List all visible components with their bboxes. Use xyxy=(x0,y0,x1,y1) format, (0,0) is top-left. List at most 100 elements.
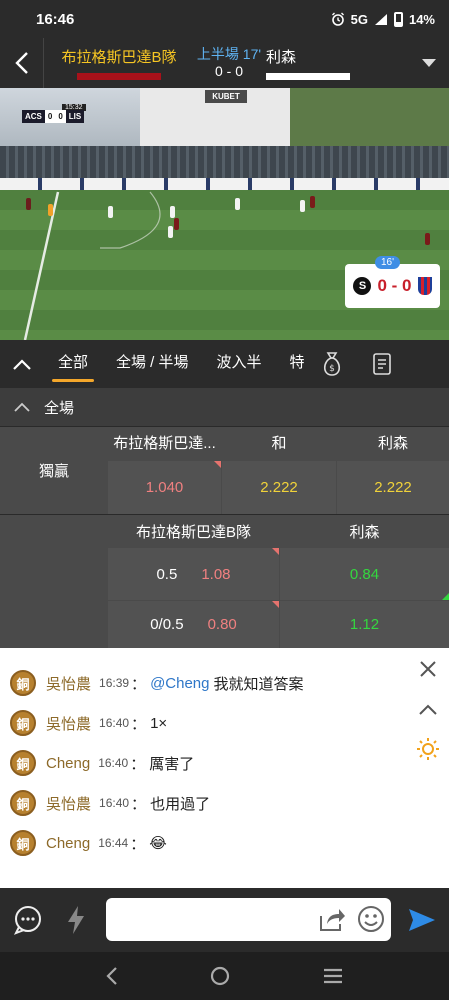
chat-message: 銅 吳怡農 16:40 ： 也用過了 xyxy=(10,789,210,817)
moneyline-odd-draw[interactable]: 2.222 xyxy=(222,461,336,514)
player xyxy=(425,233,430,245)
collapse-tabs-button[interactable] xyxy=(0,358,44,370)
chat-input-bar xyxy=(0,888,449,952)
brightness-button[interactable] xyxy=(414,735,442,763)
sponsor-logo: KUBET xyxy=(205,90,247,103)
chat-separator: ： xyxy=(131,715,147,733)
handicap-row-home[interactable]: 0.5 1.08 xyxy=(108,548,279,600)
player xyxy=(170,206,175,218)
chat-timestamp: 16:39 xyxy=(99,676,130,690)
chat-text: 我就知道答案 xyxy=(213,675,304,693)
handicap-row-home[interactable]: 0/0.5 0.80 xyxy=(108,601,279,648)
alarm-icon xyxy=(331,12,344,26)
player xyxy=(310,196,315,208)
market-tabs: 全部 全場 / 半場 波入半 特 $ xyxy=(0,340,449,388)
send-button[interactable] xyxy=(402,900,442,940)
signal-icon xyxy=(374,13,387,25)
tab-goals[interactable]: 波入半 xyxy=(203,340,276,388)
chevron-left-icon xyxy=(14,52,28,74)
player xyxy=(48,204,53,216)
moneyline-odd-home[interactable]: 1.040 xyxy=(108,461,221,514)
chevron-up-icon xyxy=(14,402,30,412)
section-full-match[interactable]: 全場 xyxy=(0,388,449,426)
chevron-up-icon xyxy=(13,358,31,370)
chat-username[interactable]: Cheng xyxy=(46,835,90,852)
chat-message: 銅 吳怡農 16:39 ： @Cheng 我就知道答案 xyxy=(10,669,304,697)
bet-slip-button[interactable] xyxy=(367,340,397,388)
quick-reply-button[interactable] xyxy=(56,900,96,940)
section-title: 全場 xyxy=(44,399,75,417)
chat-separator: ： xyxy=(130,835,146,853)
chat-username[interactable]: 吳怡農 xyxy=(46,713,91,734)
chevron-up-icon xyxy=(419,704,437,715)
home-team-name: 布拉格斯巴達B隊 xyxy=(61,49,177,66)
match-dropdown-button[interactable] xyxy=(409,38,449,88)
chat-mention[interactable]: @Cheng xyxy=(150,675,209,692)
away-team-color-bar xyxy=(266,73,350,80)
caret-down-icon xyxy=(422,59,436,67)
bet-slip-icon xyxy=(372,353,391,375)
status-time: 16:46 xyxy=(36,10,75,28)
battery-icon xyxy=(393,11,403,27)
moneyline-header-home: 布拉格斯巴達... xyxy=(108,427,221,457)
handicap-odd-away[interactable]: 1.12 xyxy=(280,601,449,648)
chat-separator: ： xyxy=(131,675,147,693)
bronze-badge: 銅 xyxy=(10,750,36,776)
broadcast-away-score: 0 xyxy=(58,112,63,121)
status-bar: 16:46 5G 14% xyxy=(0,0,449,38)
home-nav-icon[interactable] xyxy=(209,965,231,987)
handicap-header-away: 利森 xyxy=(280,515,449,547)
message-input[interactable] xyxy=(106,898,391,941)
chat-timestamp: 16:40 xyxy=(99,796,130,810)
home-team-logo: S xyxy=(353,277,372,295)
chat-text: 1× xyxy=(150,714,168,732)
score-widget-minute: 16' xyxy=(375,256,401,269)
money-bag-icon: $ xyxy=(323,352,340,376)
score-widget-score: 0 - 0 xyxy=(377,276,412,295)
lightning-icon xyxy=(68,906,84,934)
system-nav-bar xyxy=(0,952,449,1000)
handicap-odd-away[interactable]: 0.84 xyxy=(280,548,449,600)
chat-timestamp: 16:40 xyxy=(99,716,130,730)
svg-text:$: $ xyxy=(329,364,335,374)
chat-menu-button[interactable] xyxy=(8,900,48,940)
chat-username[interactable]: 吳怡農 xyxy=(46,673,91,694)
broadcast-home-score: 0 xyxy=(47,112,53,121)
match-score: 0 - 0 xyxy=(214,63,243,79)
live-video-player[interactable]: KUBET 15:32 ACS 0 0 LIS 16' S 0 - 0 xyxy=(0,88,449,340)
close-chat-button[interactable] xyxy=(414,655,442,683)
score-widget[interactable]: 16' S 0 - 0 xyxy=(345,256,440,308)
sun-icon xyxy=(417,738,439,760)
away-team-name: 利森 xyxy=(266,49,297,66)
moneyline-header-draw: 和 xyxy=(222,427,336,457)
back-nav-icon[interactable] xyxy=(105,966,119,986)
battery-level: 14% xyxy=(408,11,435,27)
moneyline-odd-away[interactable]: 2.222 xyxy=(337,461,449,514)
chat-separator: ： xyxy=(131,795,147,813)
home-team: 布拉格斯巴達B隊 xyxy=(44,46,194,80)
handicap-line: 0/0.5 xyxy=(150,616,184,633)
emoji-button[interactable] xyxy=(357,905,385,938)
chat-panel: 銅 吳怡農 16:39 ： @Cheng 我就知道答案 銅 吳怡農 16:40 … xyxy=(0,648,449,888)
chat-username[interactable]: 吳怡農 xyxy=(46,793,91,814)
collapse-section-button[interactable] xyxy=(0,402,44,412)
odds-change-indicator xyxy=(214,461,221,468)
share-button[interactable] xyxy=(318,906,346,937)
tab-all[interactable]: 全部 xyxy=(44,340,102,388)
tab-special[interactable]: 特 xyxy=(276,340,309,388)
back-button[interactable] xyxy=(0,38,44,88)
expand-chat-button[interactable] xyxy=(414,695,442,723)
recents-nav-icon[interactable] xyxy=(322,967,344,985)
close-icon xyxy=(420,661,436,677)
broadcast-home-team: ACS xyxy=(22,110,45,123)
status-indicators: 5G 14% xyxy=(331,11,435,27)
chat-username[interactable]: Cheng xyxy=(46,755,90,772)
moneyline-header-away: 利森 xyxy=(337,427,449,457)
chat-text: 😂 xyxy=(149,835,167,852)
handicap-odd-home: 1.08 xyxy=(201,565,231,583)
network-label: 5G xyxy=(350,11,368,27)
tab-full-half[interactable]: 全場 / 半場 xyxy=(102,340,203,388)
money-bag-button[interactable]: $ xyxy=(317,340,347,388)
bronze-badge: 銅 xyxy=(10,670,36,696)
player xyxy=(168,226,173,238)
